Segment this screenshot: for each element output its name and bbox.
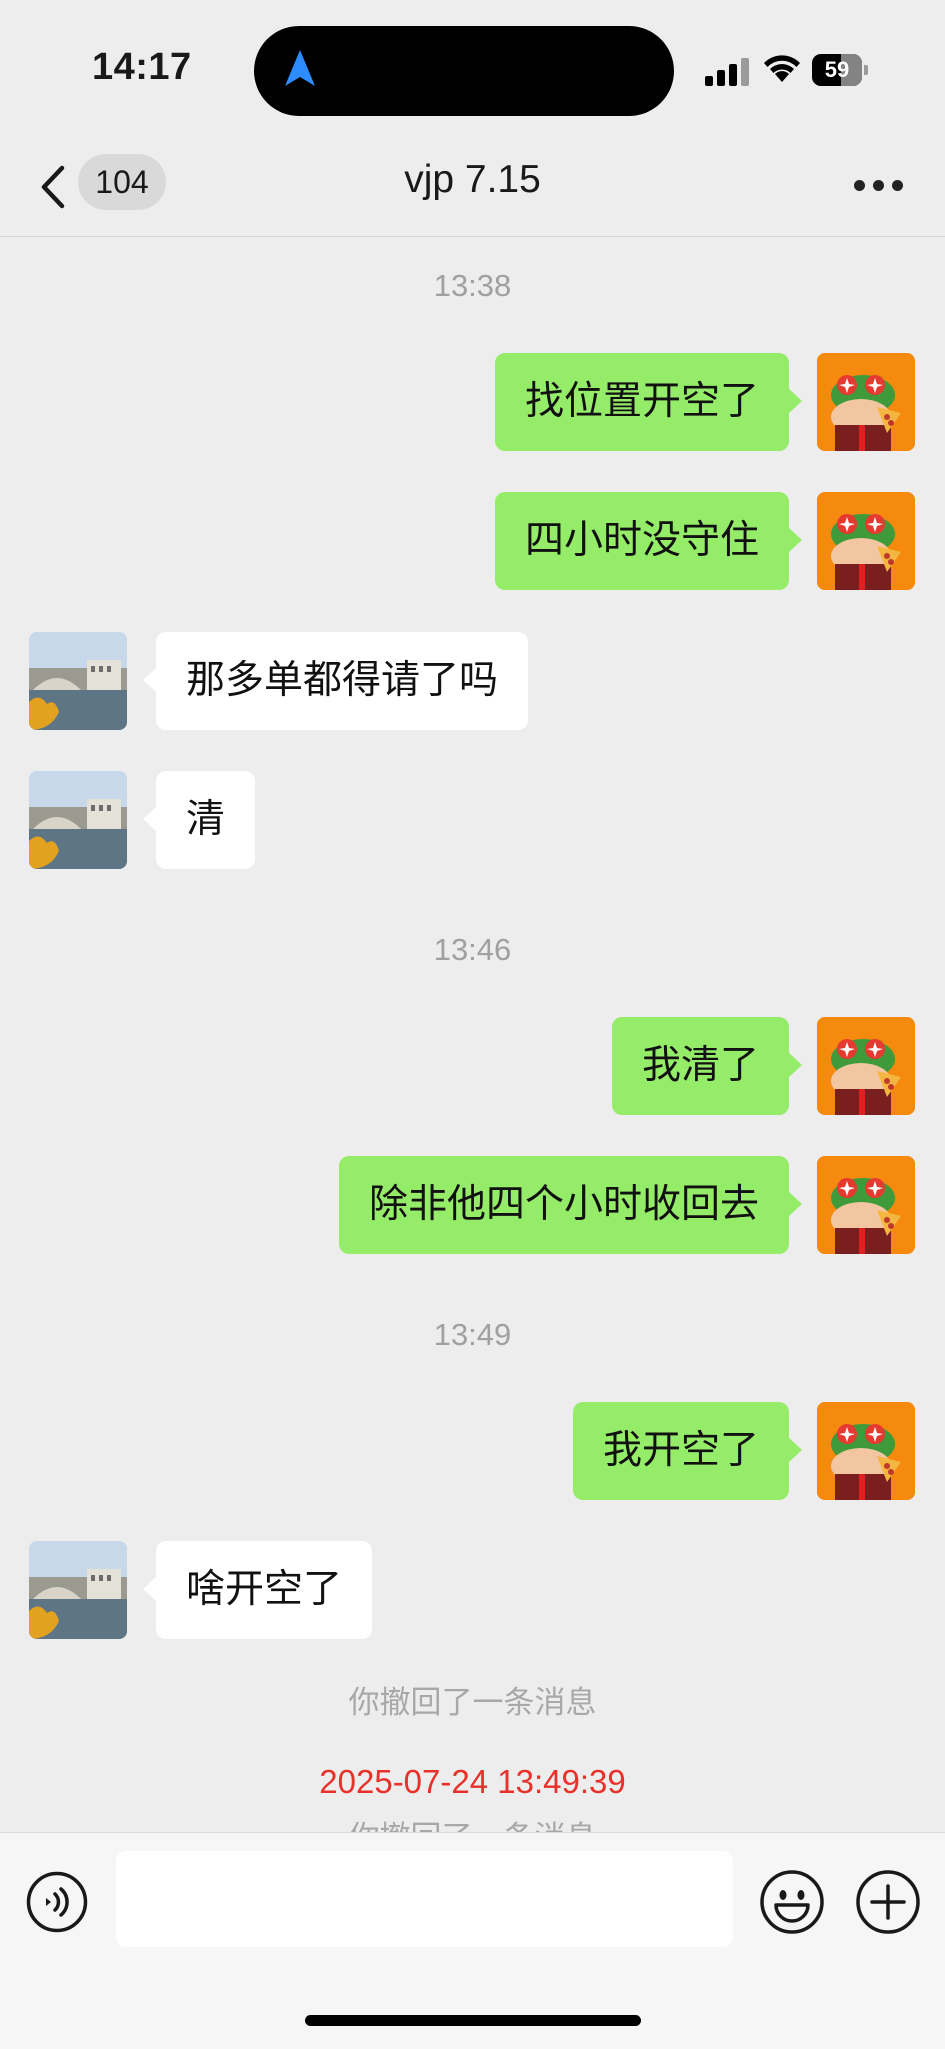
- my-avatar[interactable]: [817, 1017, 915, 1115]
- frog-avatar-icon: [817, 1156, 915, 1254]
- message-input[interactable]: [116, 1851, 733, 1947]
- emoji-icon[interactable]: [759, 1869, 825, 1935]
- city-photo-avatar-icon: [29, 1541, 127, 1639]
- chat-title: vjp 7.15: [404, 158, 541, 201]
- incoming-message-bubble[interactable]: 啥开空了: [142, 1541, 373, 1639]
- city-photo-avatar-icon: [29, 632, 127, 730]
- voice-input-icon[interactable]: [26, 1871, 88, 1933]
- contact-avatar[interactable]: [29, 632, 127, 730]
- wifi-icon: [764, 55, 800, 82]
- message-timestamp: 13:46: [433, 932, 512, 967]
- battery-level: 59: [824, 57, 850, 82]
- outgoing-message-bubble[interactable]: 除非他四个小时收回去: [338, 1156, 803, 1254]
- outgoing-message-bubble[interactable]: 我清了: [611, 1017, 803, 1115]
- frog-avatar-icon: [817, 1017, 915, 1115]
- message-timestamp: 13:49: [433, 1317, 512, 1352]
- contact-avatar[interactable]: [29, 1541, 127, 1639]
- status-time: 14:17: [92, 46, 192, 88]
- my-avatar[interactable]: [817, 1402, 915, 1500]
- frog-avatar-icon: [817, 492, 915, 590]
- message-row-incoming: 那多单都得请了吗: [0, 632, 945, 732]
- outgoing-message-bubble[interactable]: 找位置开空了: [494, 353, 803, 451]
- battery-icon: 59: [812, 54, 868, 86]
- message-row-outgoing: 找位置开空了: [0, 353, 945, 453]
- contact-avatar[interactable]: [29, 771, 127, 869]
- more-options-icon[interactable]: [854, 180, 904, 192]
- chat-header: 104 vjp 7.15: [0, 140, 945, 237]
- input-bar: [0, 1832, 945, 2049]
- message-row-outgoing: 我清了: [0, 1017, 945, 1117]
- frog-avatar-icon: [817, 1402, 915, 1500]
- city-photo-avatar-icon: [29, 771, 127, 869]
- my-avatar[interactable]: [817, 1156, 915, 1254]
- message-timestamp: 13:38: [433, 268, 512, 303]
- frog-avatar-icon: [817, 353, 915, 451]
- add-attachment-icon[interactable]: [855, 1869, 921, 1935]
- message-row-incoming: 清: [0, 771, 945, 871]
- recall-notice: 你撤回了一条消息: [348, 1685, 597, 1720]
- my-avatar[interactable]: [817, 353, 915, 451]
- incoming-message-bubble[interactable]: 清: [142, 771, 256, 869]
- dynamic-island: [254, 26, 674, 116]
- incoming-message-bubble[interactable]: 那多单都得请了吗: [142, 632, 529, 730]
- message-row-outgoing: 四小时没守住: [0, 492, 945, 592]
- my-avatar[interactable]: [817, 492, 915, 590]
- message-row-outgoing: 我开空了: [0, 1402, 945, 1502]
- status-bar: 14:17 59: [0, 0, 945, 140]
- outgoing-message-bubble[interactable]: 我开空了: [572, 1402, 803, 1500]
- outgoing-message-bubble[interactable]: 四小时没守住: [494, 492, 803, 590]
- home-indicator[interactable]: [305, 2015, 641, 2026]
- navigation-arrow-icon: [285, 50, 315, 86]
- recall-timestamp: 2025-07-24 13:49:39: [319, 1763, 626, 1800]
- cellular-signal-icon: [705, 58, 751, 86]
- message-row-outgoing: 除非他四个小时收回去: [0, 1156, 945, 1256]
- message-row-incoming: 啥开空了: [0, 1541, 945, 1641]
